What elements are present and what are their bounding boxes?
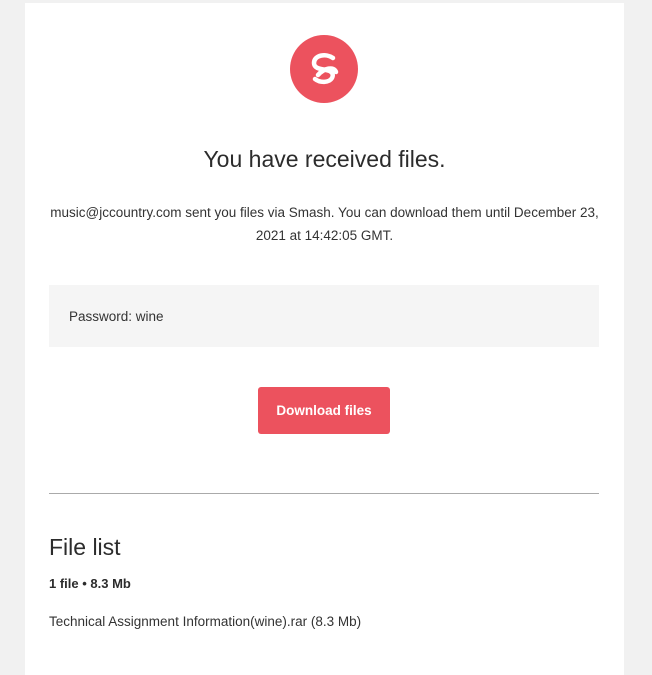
- transfer-description: music@jccountry.com sent you files via S…: [50, 205, 599, 243]
- file-summary: 1 file • 8.3 Mb: [49, 576, 131, 591]
- email-card: You have received files. music@jccountry…: [25, 3, 624, 675]
- file-list-item: Technical Assignment Information(wine).r…: [49, 614, 362, 629]
- password-text: Password: wine: [69, 308, 164, 324]
- page-title: You have received files.: [203, 146, 446, 172]
- download-files-button[interactable]: Download files: [258, 387, 390, 434]
- password-box: Password: wine: [49, 285, 599, 347]
- smash-logo-icon: [290, 35, 358, 103]
- section-divider: [49, 493, 599, 494]
- file-list-title: File list: [49, 534, 121, 560]
